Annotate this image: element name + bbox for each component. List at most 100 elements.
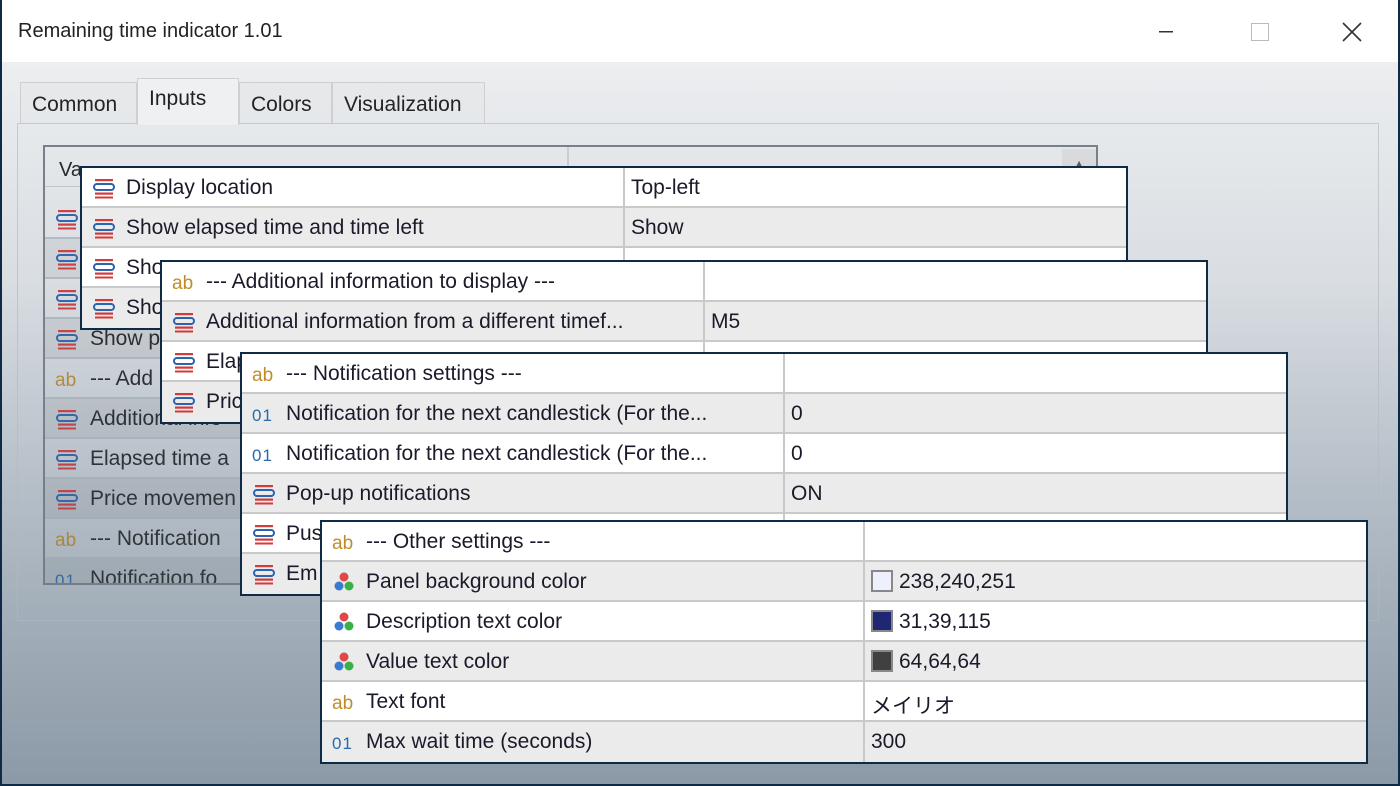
close-icon [1342, 22, 1362, 42]
parameter-label: Em [286, 562, 318, 585]
parameter-label: Sho [126, 296, 164, 319]
column-header-variable: Va [59, 159, 82, 181]
parameter-row[interactable]: ab --- Additional information to display … [162, 262, 1206, 302]
tab-label: Common [32, 93, 118, 116]
parameter-label: Text font [366, 690, 446, 713]
maximize-icon [1251, 23, 1269, 41]
close-button[interactable] [1332, 14, 1372, 50]
parameter-value[interactable]: Top-left [623, 168, 1126, 208]
enum-icon [55, 448, 79, 476]
string-icon: ab [332, 693, 354, 714]
tab-label: Inputs [149, 87, 207, 110]
parameter-row[interactable]: 01 Notification for the next candlestick … [242, 434, 1286, 474]
parameter-value[interactable]: Show [623, 208, 1126, 248]
color-swatch [871, 650, 893, 672]
tab-common[interactable]: Common [20, 82, 137, 124]
parameter-label: Max wait time (seconds) [366, 730, 593, 753]
parameter-label: --- Additional information to display --… [206, 270, 555, 293]
value-text: 0 [791, 402, 803, 425]
row-label: --- Add [90, 367, 154, 390]
parameter-row[interactable]: ab Text font メイリオ [322, 682, 1366, 722]
parameter-row[interactable]: Display location Top-left [82, 168, 1126, 208]
integer-icon: 01 [252, 406, 273, 425]
row-label: Elapsed time a [90, 447, 229, 470]
enum-icon [92, 217, 116, 239]
parameter-row[interactable]: ab --- Notification settings --- [242, 354, 1286, 394]
tab-label: Colors [251, 93, 312, 116]
parameter-row[interactable]: Value text color 64,64,64 [322, 642, 1366, 682]
parameter-value[interactable]: 300 [863, 722, 1366, 762]
parameter-value[interactable]: 64,64,64 [863, 642, 1366, 682]
value-text: 64,64,64 [899, 650, 981, 673]
string-icon: ab [332, 533, 354, 554]
parameter-label: Pop-up notifications [286, 482, 471, 505]
parameter-label: Notification for the next candlestick (F… [286, 442, 708, 465]
parameter-value[interactable] [783, 354, 1286, 394]
enum-icon [252, 523, 276, 545]
string-icon: ab [252, 365, 274, 386]
parameter-label: Value text color [366, 650, 510, 673]
parameter-value[interactable]: 238,240,251 [863, 562, 1366, 602]
value-text: 300 [871, 730, 907, 753]
string-icon: ab [55, 530, 77, 551]
parameter-value[interactable] [863, 522, 1366, 562]
enum-icon [55, 488, 79, 516]
color-icon [332, 611, 356, 633]
parameter-value[interactable]: 0 [783, 434, 1286, 474]
parameter-label: Pus [286, 522, 323, 545]
parameter-row[interactable]: ab --- Other settings --- [322, 522, 1366, 562]
parameter-value[interactable]: メイリオ [863, 682, 1366, 722]
parameter-label: --- Notification settings --- [286, 362, 522, 385]
parameter-row[interactable]: 01 Notification for the next candlestick … [242, 394, 1286, 434]
parameter-row[interactable]: Pop-up notifications ON [242, 474, 1286, 514]
parameter-label: --- Other settings --- [366, 530, 551, 553]
enum-icon [92, 177, 116, 199]
enum-icon [55, 408, 79, 436]
tab-inputs[interactable]: Inputs [137, 78, 239, 125]
string-icon: ab [172, 273, 194, 294]
parameter-row[interactable]: Additional information from a different … [162, 302, 1206, 342]
enum-icon [92, 257, 116, 279]
tab-visualization[interactable]: Visualization [332, 82, 485, 124]
row-label: --- Notification [90, 527, 221, 550]
value-text: Show [631, 216, 684, 239]
maximize-button[interactable] [1240, 14, 1280, 50]
parameter-value[interactable] [703, 262, 1206, 302]
dialog-window: Remaining time indicator 1.01 Common Inp… [2, 0, 1398, 784]
enum-icon [252, 563, 276, 585]
parameter-label: Panel background color [366, 570, 587, 593]
value-text: 0 [791, 442, 803, 465]
parameter-value[interactable]: 0 [783, 394, 1286, 434]
enum-icon [55, 248, 79, 276]
parameter-label: Sho [126, 256, 164, 279]
integer-icon: 01 [332, 734, 353, 753]
integer-icon: 01 [252, 446, 273, 465]
color-swatch [871, 610, 893, 632]
enum-icon [172, 391, 196, 413]
parameter-value[interactable]: 31,39,115 [863, 602, 1366, 642]
value-text: Top-left [631, 176, 700, 199]
row-label: Show p [90, 327, 161, 350]
enum-icon [252, 483, 276, 505]
enum-icon [55, 288, 79, 316]
parameter-value[interactable]: ON [783, 474, 1286, 514]
integer-icon: 01 [55, 571, 76, 585]
parameter-row[interactable]: Show elapsed time and time left Show [82, 208, 1126, 248]
color-swatch [871, 570, 893, 592]
parameter-row[interactable]: Panel background color 238,240,251 [322, 562, 1366, 602]
tab-colors[interactable]: Colors [239, 82, 332, 124]
parameter-row[interactable]: Description text color 31,39,115 [322, 602, 1366, 642]
row-label: Price movemen [90, 487, 236, 510]
parameter-group-panel: ab --- Other settings --- Panel background… [320, 520, 1368, 764]
parameter-label: Description text color [366, 610, 563, 633]
enum-icon [55, 208, 79, 236]
value-text: 31,39,115 [899, 610, 991, 633]
parameter-row[interactable]: 01 Max wait time (seconds) 300 [322, 722, 1366, 762]
minimize-button[interactable] [1146, 14, 1186, 50]
window-title: Remaining time indicator 1.01 [18, 20, 283, 42]
parameter-value[interactable]: M5 [703, 302, 1206, 342]
parameter-label: Display location [126, 176, 274, 199]
enum-icon [172, 351, 196, 373]
value-text: 238,240,251 [899, 570, 1016, 593]
row-label: Notification fo [90, 567, 218, 585]
